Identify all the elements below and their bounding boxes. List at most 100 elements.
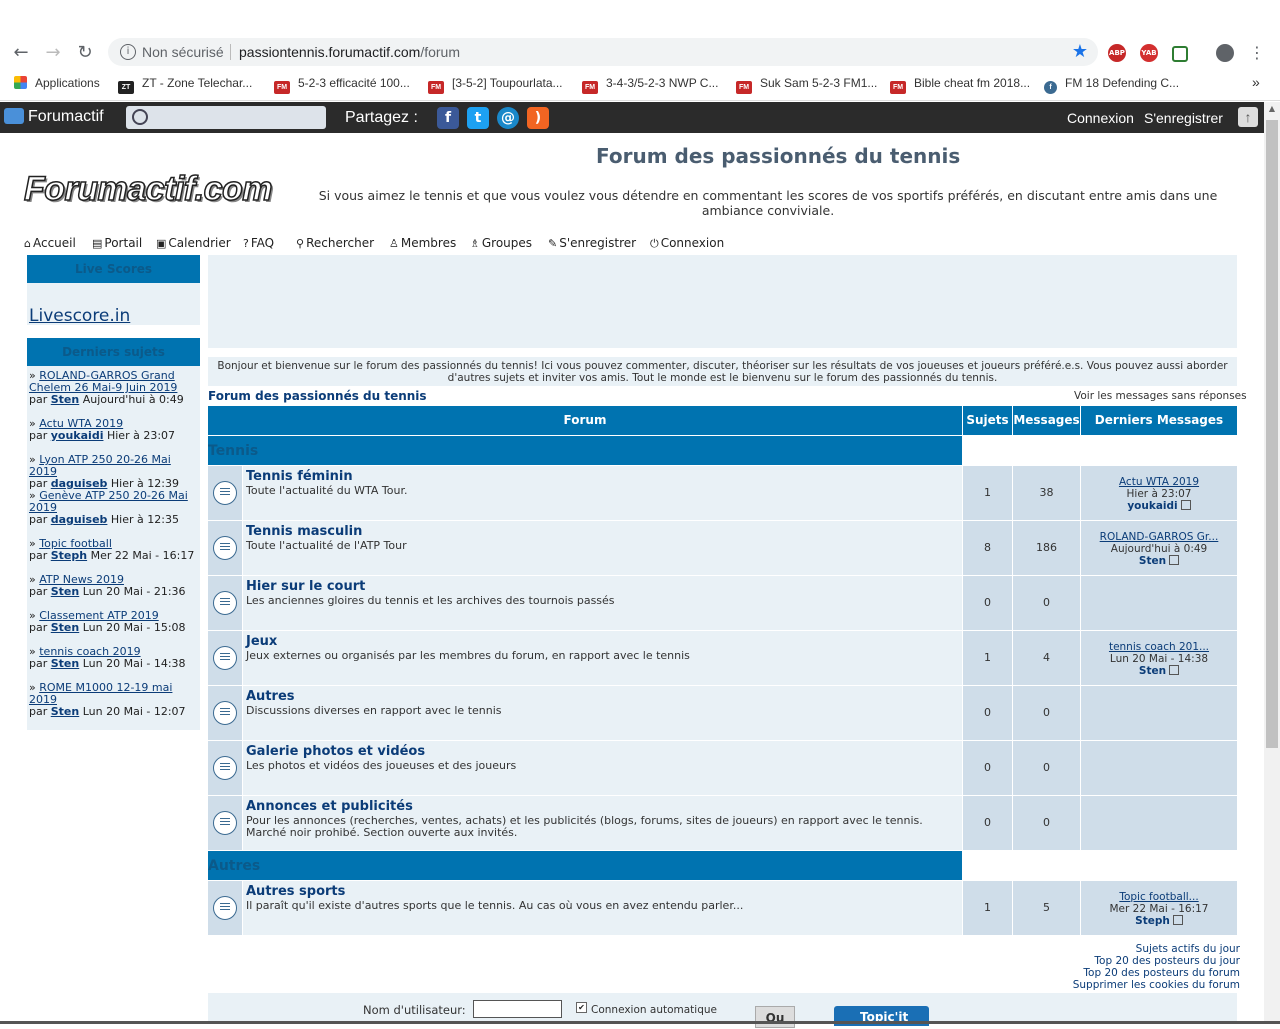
topic-count: 1 (963, 631, 1012, 685)
security-label: Non sécurisé (142, 44, 224, 60)
delete-cookies-link[interactable]: Supprimer les cookies du forum (1040, 979, 1240, 991)
extension-icon[interactable] (1172, 46, 1188, 62)
post-count: 0 (1013, 741, 1080, 795)
site-logo[interactable]: Forumactif.com (23, 169, 273, 209)
rss-icon[interactable]: ) (527, 107, 549, 129)
forum-name[interactable]: Autres sports (246, 884, 345, 899)
power-icon: ⏻ (650, 237, 659, 250)
topic-count: 0 (963, 796, 1012, 850)
faq-icon: ? (243, 237, 249, 250)
breadcrumb[interactable]: Forum des passionnés du tennis (208, 389, 427, 403)
auto-login-checkbox[interactable]: ✔ (576, 1002, 587, 1013)
table-row: Tennis masculin Toute l'actualité de l'AT… (208, 521, 1237, 575)
reload-icon[interactable]: ↻ (74, 42, 96, 64)
list-item: » ATP News 2019 par Sten Lun 20 Mai - 21:… (29, 573, 186, 598)
bookmark-applications[interactable]: Applications (14, 76, 100, 90)
livescore-link[interactable]: Livescore.in (29, 306, 130, 326)
bookmark-item[interactable]: FM [3-5-2] Toupourlata... (428, 76, 563, 94)
bookmark-star-icon[interactable]: ★ (1072, 41, 1088, 62)
forumactif-logo[interactable]: Forumactif (4, 108, 104, 126)
or-button[interactable]: Ou (755, 1006, 795, 1028)
nav-groups[interactable]: ♗ Groupes (470, 236, 532, 250)
column-header-posts: Messages (1013, 406, 1080, 435)
adblock-extension-icon[interactable]: ABP (1108, 44, 1126, 62)
yab-extension-icon[interactable]: YAB (1140, 44, 1158, 62)
nav-register[interactable]: ✎ S'enregistrer (548, 236, 636, 250)
last-post (1081, 686, 1237, 740)
info-icon[interactable]: i (120, 44, 136, 60)
post-count: 0 (1013, 686, 1080, 740)
fm-icon: FM (274, 81, 290, 94)
forum-name[interactable]: Hier sur le court (246, 579, 365, 594)
top-posters-day-link[interactable]: Top 20 des posteurs du jour (1040, 955, 1240, 967)
nav-members[interactable]: ♙ Membres (389, 236, 456, 250)
forum-name[interactable]: Tennis féminin (246, 469, 353, 484)
bookmark-item[interactable]: ZT ZT - Zone Telechar... (118, 76, 252, 94)
share-label: Partagez : (345, 109, 418, 126)
toolbar-register-link[interactable]: S'enregistrer (1144, 110, 1223, 126)
groups-icon: ♗ (470, 237, 480, 250)
forum-name[interactable]: Galerie photos et vidéos (246, 744, 425, 759)
address-bar[interactable]: i Non sécurisé passiontennis.forumactif.… (108, 38, 1098, 66)
more-bookmarks-icon[interactable]: » (1252, 74, 1260, 90)
view-latest-post-icon[interactable] (1169, 555, 1180, 565)
scroll-up-arrow-icon[interactable]: ▲ (1264, 104, 1280, 118)
nav-calendar[interactable]: ▣ Calendrier (156, 236, 231, 250)
forward-icon[interactable]: → (42, 42, 64, 64)
facebook-icon[interactable]: f (437, 107, 459, 129)
forum-name[interactable]: Jeux (246, 634, 277, 649)
scroll-top-icon[interactable]: ↑ (1238, 107, 1258, 127)
twitter-icon[interactable]: t (467, 107, 489, 129)
home-icon: ⌂ (24, 237, 31, 250)
forumactif-toolbar: Forumactif Partagez : Connexion S'enregi… (0, 102, 1264, 133)
forum-name[interactable]: Tennis masculin (246, 524, 362, 539)
bookmark-item[interactable]: FM Bible cheat fm 2018... (890, 76, 1030, 94)
forum-name[interactable]: Annonces et publicités (246, 799, 413, 814)
top-posters-forum-link[interactable]: Top 20 des posteurs du forum (1040, 967, 1240, 979)
toolbar-login-link[interactable]: Connexion (1067, 110, 1134, 126)
unanswered-link[interactable]: Voir les messages sans réponses (1074, 390, 1247, 402)
forum-name[interactable]: Autres (246, 689, 295, 704)
toolbar-search-input[interactable] (126, 106, 326, 129)
nav-home[interactable]: ⌂ Accueil (24, 236, 76, 250)
divider (230, 44, 231, 60)
nav-login[interactable]: ⏻ Connexion (650, 236, 724, 251)
nav-search[interactable]: ⚲ Rechercher (296, 236, 374, 250)
active-topics-link[interactable]: Sujets actifs du jour (1040, 943, 1240, 955)
fm-icon: FM (890, 81, 906, 94)
category-header[interactable]: Tennis (208, 436, 962, 465)
fm-icon: FM (582, 81, 598, 94)
scrollbar-thumb[interactable] (1266, 120, 1278, 748)
back-icon[interactable]: ← (10, 42, 32, 64)
view-latest-post-icon[interactable] (1172, 915, 1183, 925)
forum-description: Jeux externes ou organisés par les membr… (246, 649, 690, 662)
view-latest-post-icon[interactable] (1180, 500, 1191, 510)
nav-faq[interactable]: ? FAQ (243, 236, 274, 250)
list-item: » Classement ATP 2019 par Sten Lun 20 Mai… (29, 609, 186, 634)
search-icon (132, 109, 148, 125)
fm-icon: FM (428, 81, 444, 94)
list-item: » ROME M1000 12-19 mai 2019 par Sten Lun … (29, 681, 186, 718)
list-item: » Topic football par Steph Mer 22 Mai - 1… (29, 537, 195, 562)
forum-description: Discussions diverses en rapport avec le … (246, 704, 502, 717)
list-item: » Genève ATP 250 20-26 Mai 2019 par dagui… (29, 489, 188, 526)
profile-icon[interactable] (1216, 44, 1234, 62)
column-header-last: Derniers Messages (1081, 406, 1237, 435)
bookmark-item[interactable]: f FM 18 Defending C... (1044, 76, 1179, 94)
last-post: ROLAND-GARROS Gr... Aujourd'hui à 0:49 Ste… (1081, 521, 1237, 575)
category-header[interactable]: Autres (208, 851, 962, 880)
globe-icon: f (1044, 81, 1057, 94)
bookmark-item[interactable]: FM 3-4-3/5-2-3 NWP C... (582, 76, 718, 94)
table-row: Autres Discussions diverses en rapport av… (208, 686, 1237, 740)
view-latest-post-icon[interactable] (1169, 665, 1180, 675)
bookmark-item[interactable]: FM 5-2-3 efficacité 100... (274, 76, 410, 94)
username-input[interactable] (473, 1000, 562, 1018)
member-icon: ♙ (389, 237, 399, 250)
nav-portal[interactable]: ▤ Portail (92, 236, 142, 250)
register-icon: ✎ (548, 237, 558, 250)
recent-topics-title: Derniers sujets (27, 338, 200, 366)
forum-description: Les anciennes gloires du tennis et les a… (246, 594, 615, 607)
menu-icon[interactable]: ⋮ (1246, 42, 1268, 64)
bookmark-item[interactable]: FM Suk Sam 5-2-3 FM1... (736, 76, 877, 94)
email-icon[interactable]: @ (497, 107, 519, 129)
